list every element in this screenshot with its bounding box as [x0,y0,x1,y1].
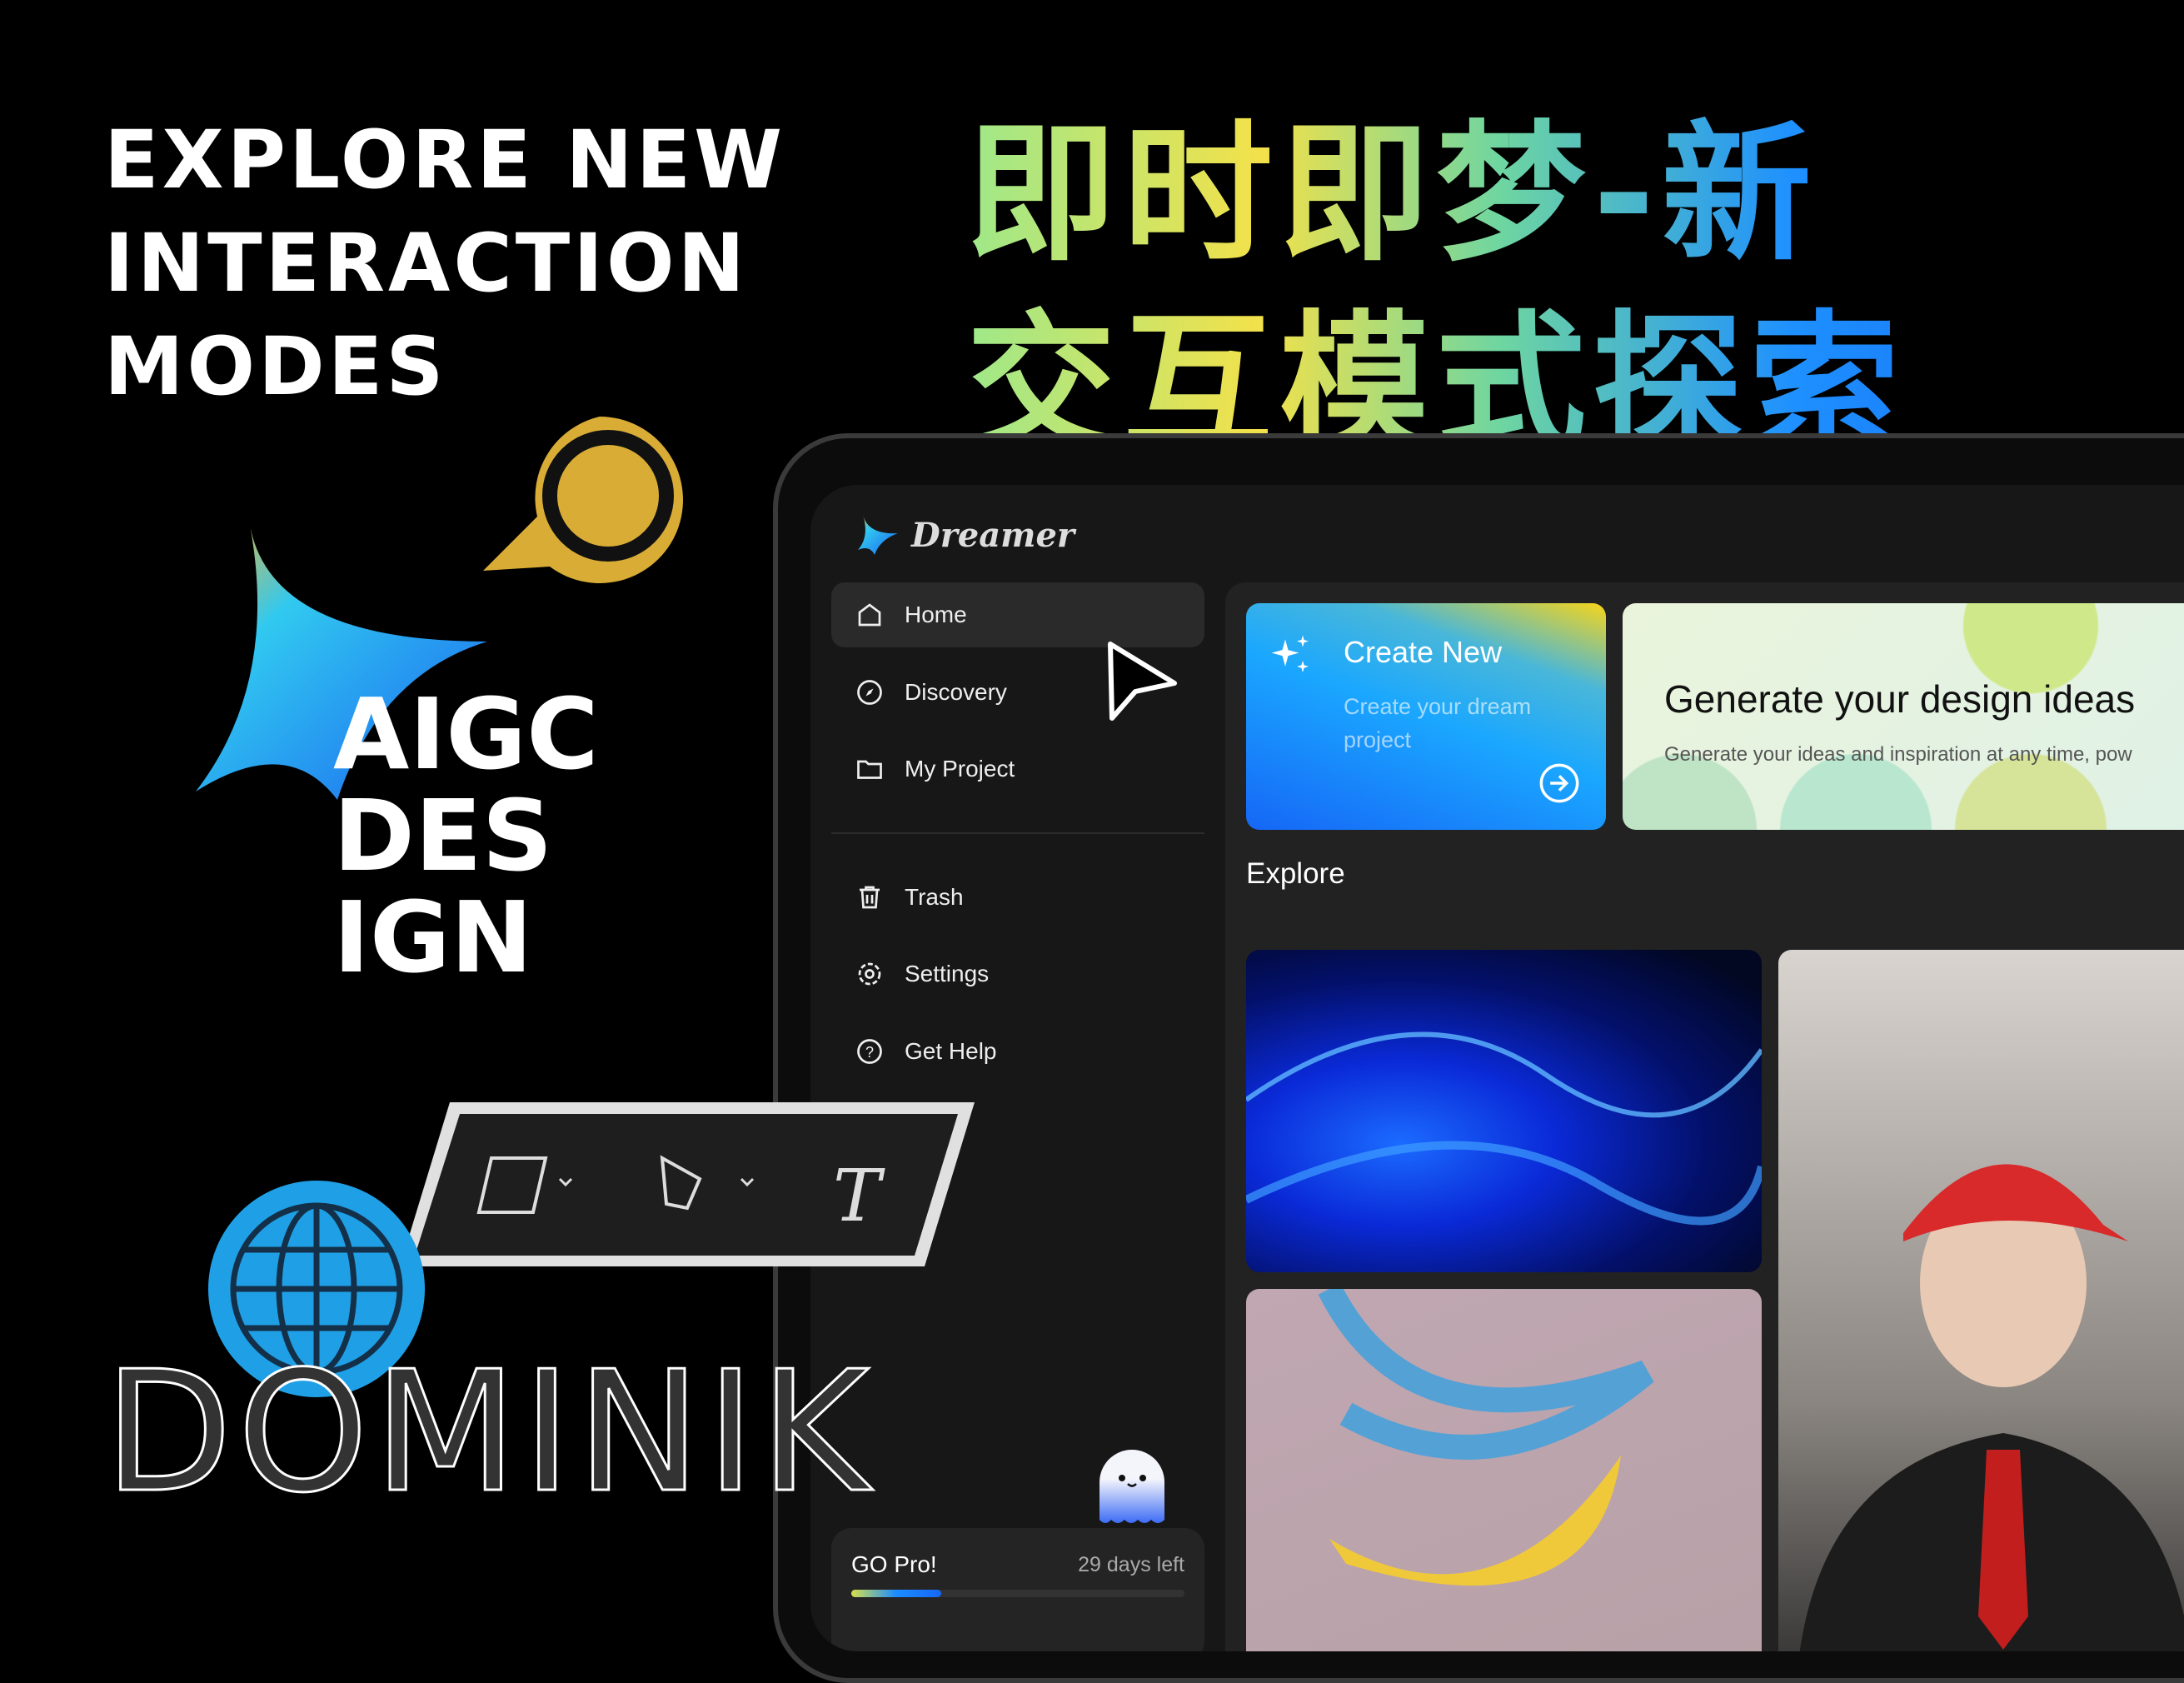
nav-label: Trash [905,884,964,910]
dreamer-logo-icon [858,515,898,555]
english-title: EXPLORE NEW INTERACTION MODES [104,108,785,418]
sidebar-item-trash[interactable]: Trash [831,865,1204,930]
sidebar-divider [831,832,1204,834]
cursor-pointer-icon [1108,642,1177,721]
sparkle-icon [1271,635,1309,672]
wave-graphic [1246,1031,1762,1226]
create-new-card[interactable]: Create New Create your dream project [1246,603,1606,830]
nav-label: Discovery [905,679,1007,705]
create-new-subtitle: Create your dream project [1344,694,1532,752]
ghost-mascot-icon [1099,1450,1164,1523]
folder-icon [857,760,882,779]
sidebar-item-settings[interactable]: Settings [831,941,1204,1006]
trial-progress-fill [851,1590,941,1597]
title-line: 即时即梦-新 [966,107,1818,282]
text-line: AIGC [333,677,599,792]
chat-bubble-icon [483,417,683,583]
trash-icon [860,886,880,909]
aigc-design-text: AIGC DES IGN [333,683,599,988]
outline-name-text: DOMINIK [103,1336,875,1530]
generate-title: Generate your design ideas [1664,677,2136,721]
generate-ideas-card[interactable]: Generate your design ideas Generate your… [1623,603,2184,830]
title-line: INTERACTION [104,217,748,310]
explore-image-blue-waves[interactable] [1246,950,1762,1272]
generate-subtitle: Generate your ideas and inspiration at a… [1664,743,2132,766]
nav-label: My Project [905,756,1015,782]
portrait-graphic [1799,1164,2184,1651]
nav-label: Settings [905,961,990,986]
compass-icon [857,680,882,705]
app-window: Dreamer Home Discovery My Project Trash … [810,485,2184,1651]
main-panel: Create New Create your dream project Gen… [1225,582,2184,1651]
days-left: 29 days left [1078,1553,1184,1576]
text-line: IGN [333,880,533,995]
sidebar-item-my-project[interactable]: My Project [831,737,1204,802]
gear-icon [858,962,881,986]
arrow-right-circle-icon[interactable] [1538,762,1581,805]
home-icon [858,603,881,627]
brand: Dreamer [856,513,1075,557]
nav-label: Home [905,602,967,627]
text-tool-icon: T [833,1155,885,1238]
explore-image-portrait[interactable] [1778,950,2184,1651]
explore-heading: Explore [1246,857,1345,890]
title-line: 交互模式探索 [966,297,1907,433]
text-line: DES [333,778,553,893]
title-line: EXPLORE NEW [104,113,786,207]
banana-graphic [1318,1289,1654,1586]
explore-image-banana-ribbon[interactable] [1246,1289,1762,1651]
create-new-title: Create New [1344,635,1503,669]
go-pro-card[interactable]: GO Pro! 29 days left [831,1528,1204,1651]
svg-text:?: ? [865,1044,874,1061]
help-icon: ? [857,1039,882,1064]
design-toolbar: T [400,1102,975,1266]
title-line: MODES [104,320,447,413]
brand-name: Dreamer [911,515,1075,555]
trial-progress-bar [851,1590,1184,1597]
nav-label: Get Help [905,1038,997,1064]
sidebar-item-get-help[interactable]: ? Get Help [831,1019,1204,1084]
chinese-title: 即时即梦-新 交互模式探索 [966,100,2149,433]
go-pro-title: GO Pro! [851,1551,937,1577]
